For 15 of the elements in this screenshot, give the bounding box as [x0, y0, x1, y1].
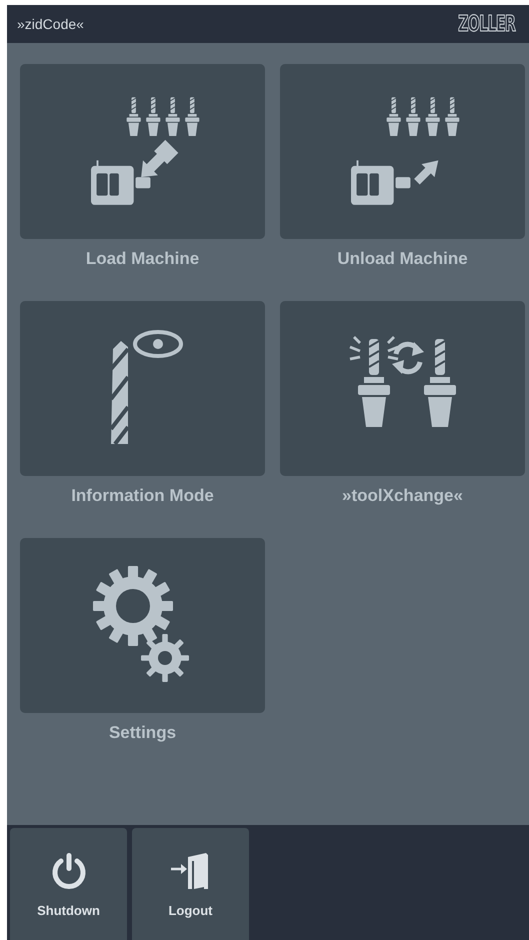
menu-tile[interactable]	[20, 301, 265, 476]
logout-button[interactable]: Logout	[132, 828, 249, 940]
tile-label: »toolXchange«	[342, 486, 463, 506]
shutdown-button[interactable]: Shutdown	[10, 828, 127, 940]
door-exit-icon	[170, 850, 210, 890]
menu-tile[interactable]	[20, 64, 265, 239]
tile-label: Information Mode	[71, 486, 214, 506]
tile-label: Load Machine	[86, 249, 200, 269]
menu-tile[interactable]	[280, 301, 525, 476]
tile-label: Settings	[108, 723, 176, 743]
menu-tile[interactable]	[280, 64, 525, 239]
tile-label: Unload Machine	[337, 249, 468, 269]
brand-logo: ZOLLER	[458, 12, 515, 36]
menu-tile[interactable]	[20, 538, 265, 713]
app-title: »zidCode«	[17, 16, 84, 32]
